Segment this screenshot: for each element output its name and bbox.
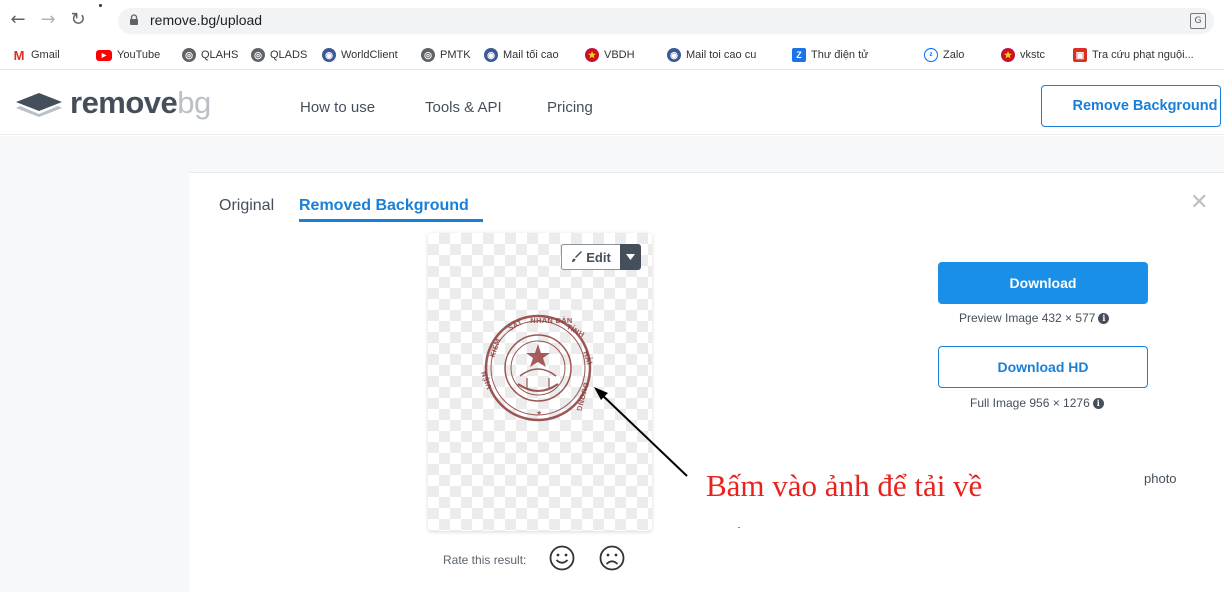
red-square-icon: ▣ (1073, 48, 1087, 62)
edit-dropdown-button[interactable] (620, 244, 641, 270)
bookmark-label: Thư điện tử (811, 49, 869, 61)
full-info-text: Full Image 956 × 1276 (970, 396, 1090, 410)
bookmark-vkstc[interactable]: ★ vkstc (1001, 47, 1045, 63)
info-icon[interactable]: i (1098, 312, 1110, 324)
lock-icon (130, 14, 138, 25)
bookmark-mail-toi-cao[interactable]: ◉ Mail tối cao (484, 47, 559, 63)
seal-stamp-image[interactable]: SÁT NHÂN DÂN TỈNH HẢI DƯƠNG KIỂM VIỆN ★ (480, 312, 600, 422)
edit-button[interactable]: Edit (561, 244, 621, 270)
happy-face-icon[interactable] (549, 545, 575, 571)
full-image-info: Full Image 956 × 1276 i (970, 396, 1104, 410)
bookmark-youtube[interactable]: ▶ YouTube (96, 47, 160, 63)
svg-text:NHÂN DÂN: NHÂN DÂN (530, 316, 573, 325)
emblem-icon: ★ (1001, 48, 1015, 62)
bookmark-worldclient[interactable]: ◉ WorldClient (322, 47, 398, 63)
close-icon[interactable]: ✕ (1190, 190, 1208, 215)
bookmark-label: VBDH (604, 49, 635, 61)
tab-original[interactable]: Original (219, 197, 274, 215)
svg-text:TỈNH: TỈNH (565, 321, 587, 339)
gmail-icon: M (13, 47, 25, 63)
cursor-dot (99, 4, 102, 7)
browser-toolbar: ← → ↻ remove.bg/upload G (0, 0, 1224, 40)
back-arrow-icon[interactable]: ← (8, 9, 28, 30)
bookmark-mail-toi-cao-cu[interactable]: ◉ Mail toi cao cu (667, 47, 756, 63)
globe-icon: ◎ (182, 48, 196, 62)
worldclient-icon: ◉ (667, 48, 681, 62)
tab-removed-background[interactable]: Removed Background (299, 197, 469, 215)
bookmarks-bar: M Gmail ▶ YouTube ◎ QLAHS ◎ QLADS ◉ Worl… (0, 40, 1224, 70)
bookmark-label: QLAHS (201, 49, 239, 61)
bookmark-label: Mail tối cao (503, 49, 559, 61)
rate-result-label: Rate this result: (443, 553, 527, 567)
bookmark-pmtk[interactable]: ◎ PMTK (421, 47, 471, 63)
address-bar[interactable] (118, 8, 1214, 34)
youtube-icon: ▶ (96, 49, 112, 61)
layers-logo-icon[interactable] (16, 93, 62, 117)
worldclient-icon: ◉ (322, 48, 336, 62)
emblem-icon: ★ (585, 48, 599, 62)
zalo-icon: z (924, 48, 938, 62)
translate-icon[interactable]: G (1190, 13, 1206, 29)
stray-dot (738, 527, 740, 528)
bookmark-label: Gmail (31, 49, 60, 61)
info-icon[interactable]: i (1092, 397, 1104, 409)
url-text[interactable]: remove.bg/upload (150, 12, 262, 28)
svg-text:HẢI: HẢI (581, 349, 595, 365)
preview-info-text: Preview Image 432 × 577 (959, 311, 1096, 325)
caret-down-icon (626, 254, 635, 260)
svg-text:VIỆN: VIỆN (480, 370, 494, 391)
bookmark-label: Zalo (943, 49, 965, 61)
nav-how-to-use[interactable]: How to use (300, 99, 375, 116)
svg-text:★: ★ (536, 409, 542, 417)
download-hd-button[interactable]: Download HD (938, 346, 1148, 388)
bookmark-label: QLADS (270, 49, 308, 61)
bookmark-tra-cuu[interactable]: ▣ Tra cứu phạt nguội... (1073, 47, 1194, 63)
bookmark-label: YouTube (117, 49, 161, 61)
svg-text:DƯƠNG: DƯƠNG (574, 381, 589, 412)
bookmark-label: PMTK (440, 49, 471, 61)
logo-bold-text: remove (70, 85, 178, 120)
globe-icon: ◎ (251, 48, 265, 62)
bookmark-qlads[interactable]: ◎ QLADS (251, 47, 307, 63)
download-button[interactable]: Download (938, 262, 1148, 304)
site-header: removebg How to use Tools & API Pricing … (0, 71, 1224, 135)
bookmark-zalo[interactable]: z Zalo (924, 47, 964, 63)
reload-icon[interactable]: ↻ (68, 9, 88, 30)
worldclient-icon: ◉ (484, 48, 498, 62)
bookmark-gmail[interactable]: M Gmail (12, 47, 60, 63)
z-icon: Z (792, 48, 806, 62)
logo-wordmark[interactable]: removebg (70, 85, 211, 121)
bookmark-label: Tra cứu phạt nguội... (1092, 49, 1194, 61)
remove-background-button[interactable]: Remove Background (1041, 85, 1221, 127)
bookmark-vbdh[interactable]: ★ VBDH (585, 47, 635, 63)
active-tab-indicator (299, 219, 483, 222)
forward-arrow-icon[interactable]: → (38, 9, 58, 30)
bookmark-thu-dien-tu[interactable]: Z Thư điện tử (792, 47, 869, 63)
nav-pricing[interactable]: Pricing (547, 99, 593, 116)
bookmark-label: WorldClient (341, 49, 398, 61)
brush-icon (572, 251, 583, 262)
preview-image-info: Preview Image 432 × 577 i (959, 311, 1110, 325)
bookmark-label: Mail toi cao cu (686, 49, 757, 61)
edit-label: Edit (586, 249, 611, 265)
annotation-text: Bấm vào ảnh để tải về (706, 468, 983, 503)
sad-face-icon[interactable] (599, 545, 625, 571)
logo-light-text: bg (177, 85, 211, 120)
bookmark-label: vkstc (1020, 49, 1046, 61)
nav-tools-api[interactable]: Tools & API (425, 99, 502, 116)
screen: ← → ↻ remove.bg/upload G M Gmail ▶ YouTu… (0, 0, 1224, 592)
globe-icon: ◎ (421, 48, 435, 62)
bookmark-qlahs[interactable]: ◎ QLAHS (182, 47, 238, 63)
partial-photo-text: photo (1144, 471, 1177, 486)
